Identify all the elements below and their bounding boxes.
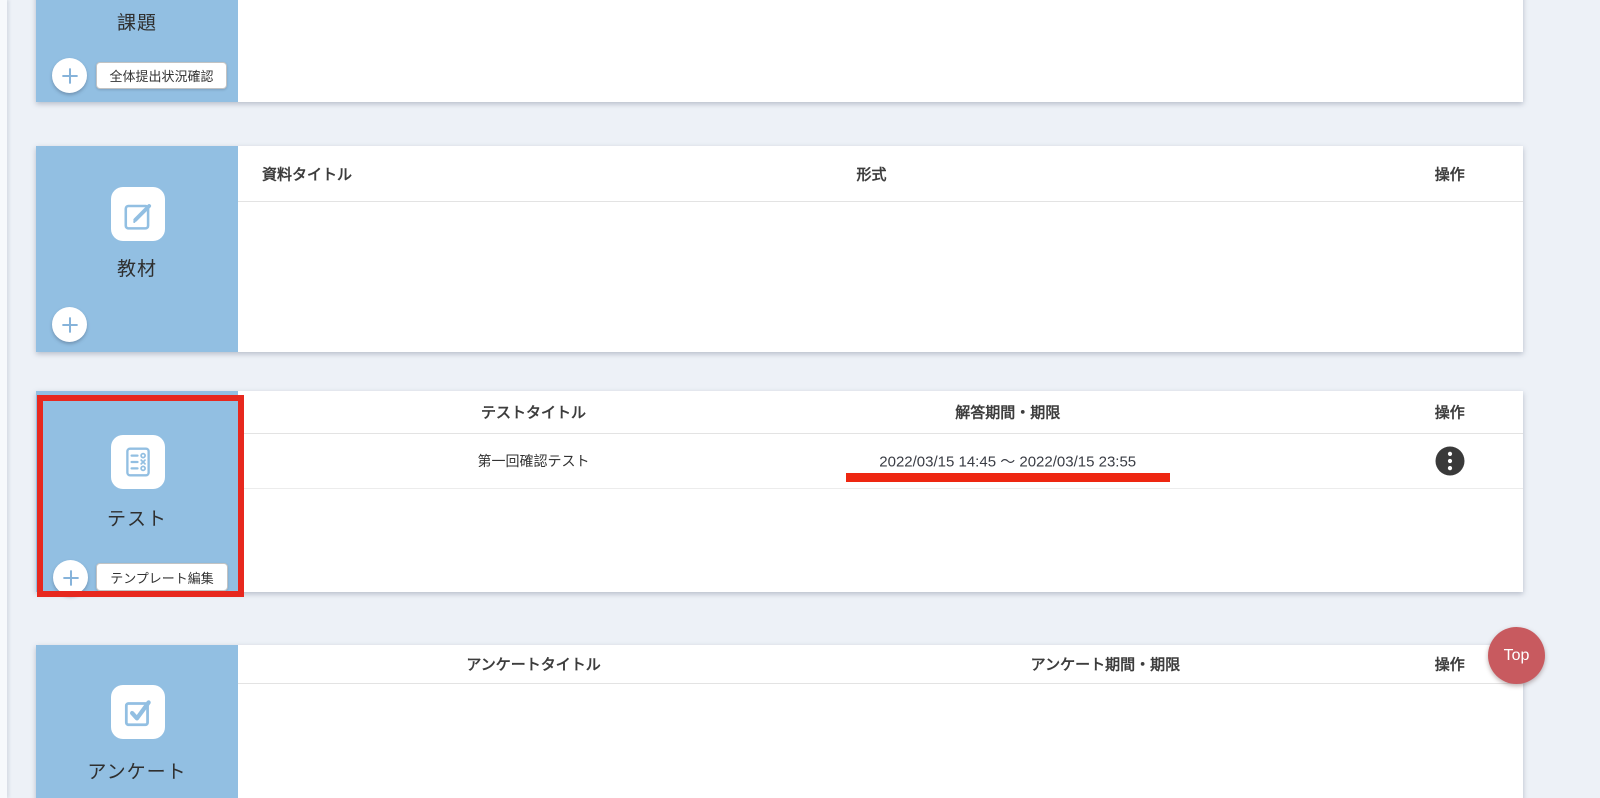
tests-tile — [111, 435, 165, 489]
course-page: 課題 全体提出状況確認 教材 資料タイトル — [0, 0, 1600, 798]
materials-content: 資料タイトル 形式 操作 — [238, 146, 1523, 352]
checkbox-icon — [121, 695, 155, 729]
edit-pencil-icon — [121, 197, 155, 231]
plus-icon — [60, 567, 82, 589]
materials-title-header: 資料タイトル — [262, 163, 352, 184]
period-red-underline-annotation — [846, 473, 1170, 482]
tests-period-header: 解答期間・期限 — [955, 402, 1060, 423]
surveys-table-header: アンケートタイトル アンケート期間・期限 操作 — [238, 645, 1523, 684]
tests-ops-header: 操作 — [1435, 402, 1465, 423]
test-row-period: 2022/03/15 14:45 ～ 2022/03/15 23:55 — [879, 451, 1136, 472]
materials-table-header: 資料タイトル 形式 操作 — [238, 146, 1523, 202]
test-table-row: 第一回確認テスト 2022/03/15 14:45 ～ 2022/03/15 2… — [238, 434, 1523, 489]
checklist-icon — [121, 445, 155, 479]
surveys-title-header: アンケートタイトル — [466, 654, 600, 675]
surveys-sidebar: アンケート — [36, 645, 238, 798]
materials-ops-header: 操作 — [1435, 163, 1465, 184]
materials-format-header: 形式 — [856, 163, 886, 184]
surveys-ops-header: 操作 — [1435, 654, 1465, 675]
overall-submission-status-button[interactable]: 全体提出状況確認 — [96, 62, 227, 89]
surveys-section: アンケート アンケートタイトル アンケート期間・期限 操作 — [36, 645, 1523, 798]
assignments-section: 課題 全体提出状況確認 — [36, 0, 1523, 102]
template-edit-button[interactable]: テンプレート編集 — [96, 563, 228, 591]
page-left-edge — [0, 0, 7, 798]
tests-title-header: テストタイトル — [481, 402, 586, 423]
plus-icon — [59, 314, 81, 336]
test-row-title[interactable]: 第一回確認テスト — [478, 451, 590, 471]
test-row-actions-button[interactable] — [1435, 447, 1464, 476]
assignments-section-label: 課題 — [36, 8, 238, 35]
materials-sidebar: 教材 — [36, 146, 238, 352]
tests-section: テスト テンプレート編集 テストタイトル 解答期間・期限 操作 第一回確認テスト… — [36, 391, 1523, 592]
tests-table-header: テストタイトル 解答期間・期限 操作 — [238, 391, 1523, 434]
materials-section-label: 教材 — [36, 254, 238, 281]
add-assignment-button[interactable] — [52, 58, 87, 93]
assignments-sidebar: 課題 全体提出状況確認 — [36, 0, 238, 102]
tests-content: テストタイトル 解答期間・期限 操作 第一回確認テスト 2022/03/15 1… — [238, 391, 1523, 592]
tests-sidebar: テスト テンプレート編集 — [36, 391, 238, 592]
scroll-to-top-button[interactable]: Top — [1488, 627, 1545, 684]
plus-icon — [59, 65, 81, 87]
kebab-menu-icon — [1442, 451, 1457, 472]
add-material-button[interactable] — [52, 307, 87, 342]
tests-section-label: テスト — [36, 504, 238, 531]
add-test-button[interactable] — [53, 560, 88, 595]
surveys-content: アンケートタイトル アンケート期間・期限 操作 — [238, 645, 1523, 798]
materials-tile — [111, 187, 165, 241]
surveys-tile — [111, 685, 165, 739]
surveys-period-header: アンケート期間・期限 — [1031, 654, 1180, 675]
materials-section: 教材 資料タイトル 形式 操作 — [36, 146, 1523, 352]
assignments-content — [238, 0, 1523, 102]
surveys-section-label: アンケート — [36, 757, 238, 784]
